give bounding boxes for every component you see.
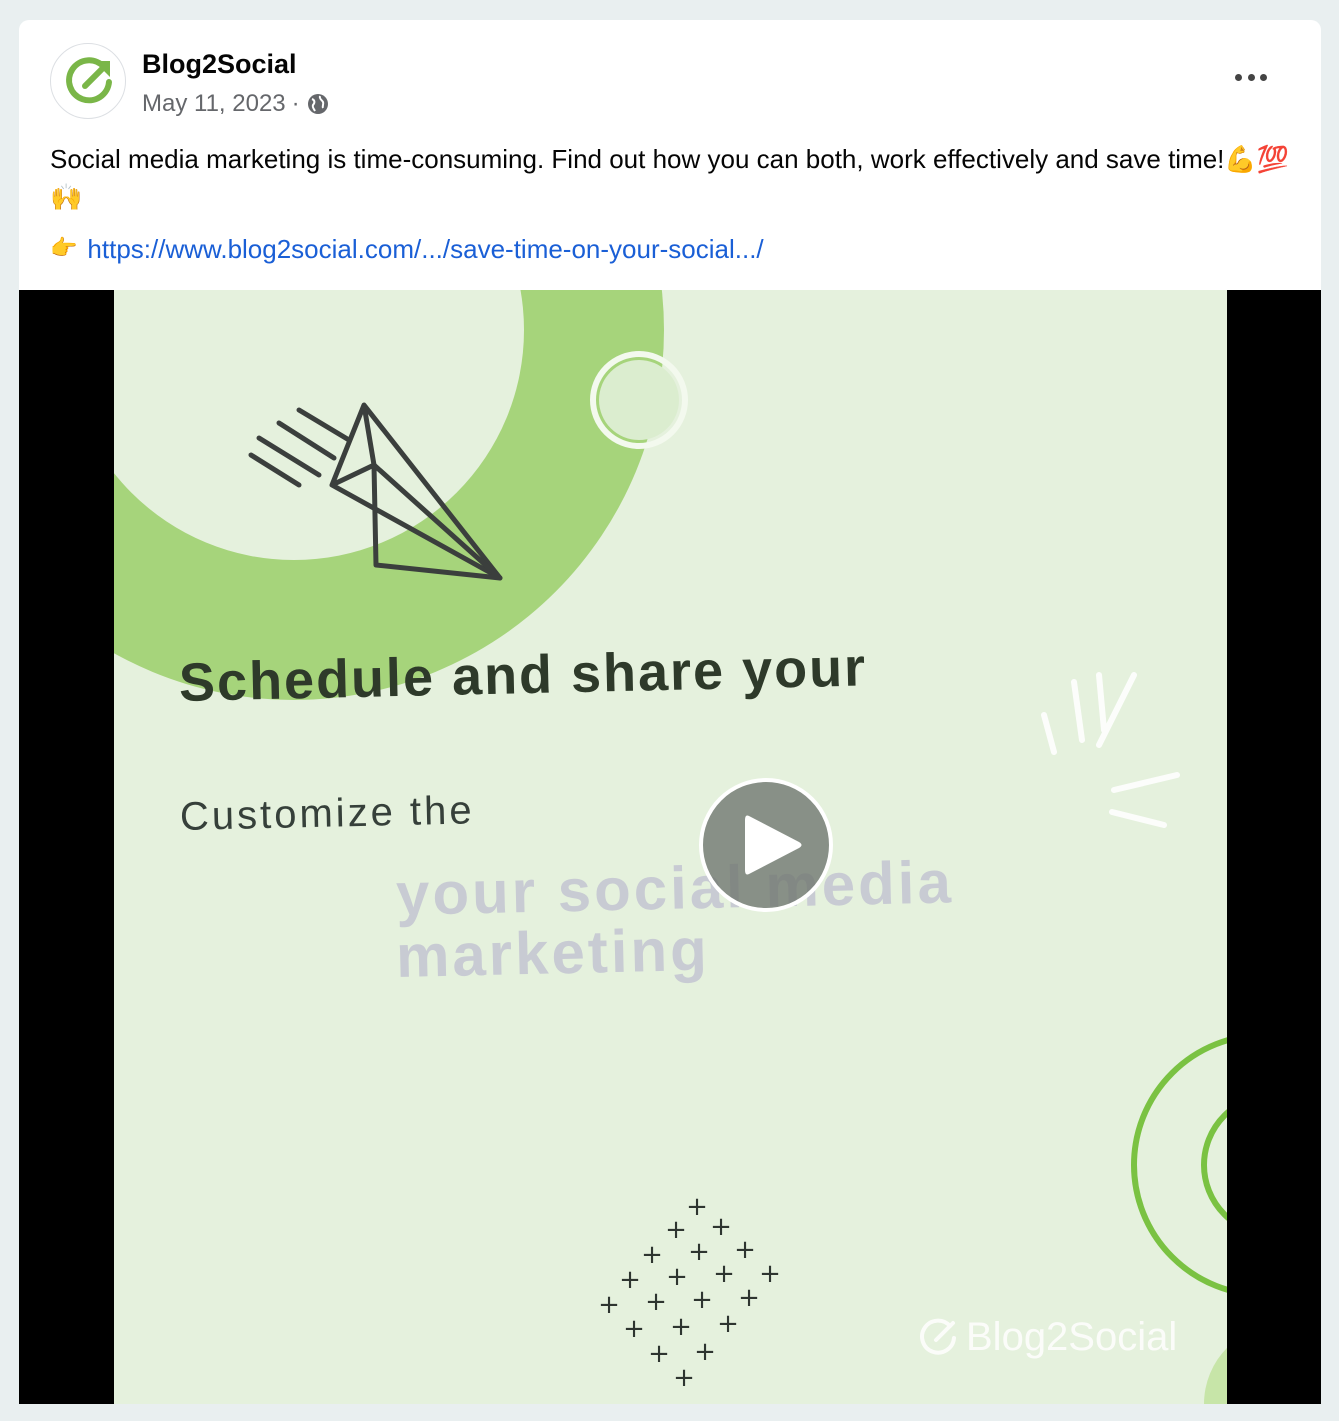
- svg-text:+: +: [691, 1285, 713, 1315]
- svg-text:+: +: [619, 1265, 641, 1295]
- page-name[interactable]: Blog2Social: [142, 49, 297, 80]
- svg-text:+: +: [686, 1192, 708, 1222]
- play-icon: [745, 815, 802, 875]
- blog2social-logo-icon: [66, 57, 112, 104]
- svg-text:+: +: [759, 1259, 781, 1289]
- svg-text:+: +: [645, 1287, 667, 1317]
- svg-text:+: +: [717, 1309, 739, 1339]
- post-link-line: 👉 https://www.blog2social.com/.../save-t…: [50, 230, 764, 268]
- watermark-text: Blog2Social: [966, 1314, 1178, 1359]
- more-options-icon[interactable]: [1228, 62, 1274, 92]
- post-text: Social media marketing is time-consuming…: [50, 144, 1290, 212]
- page-avatar[interactable]: [50, 43, 126, 119]
- svg-text:+: +: [673, 1363, 695, 1393]
- svg-text:+: +: [710, 1212, 732, 1242]
- video-frame: + + + + + + + + + + + + + + + + + + + + Schedule and…: [114, 290, 1227, 1404]
- svg-text:+: +: [666, 1262, 688, 1292]
- video-background-decoration: + + + + + + + + + + + + + + + + + + + +: [114, 290, 1227, 1404]
- svg-text:+: +: [713, 1259, 735, 1289]
- play-button[interactable]: [699, 778, 833, 912]
- svg-text:+: +: [648, 1339, 670, 1369]
- post-date[interactable]: May 11, 2023: [142, 90, 286, 118]
- video-subline: Customize the: [179, 788, 476, 839]
- svg-text:+: +: [641, 1240, 663, 1270]
- svg-text:+: +: [694, 1337, 716, 1367]
- globe-icon: [307, 94, 328, 114]
- svg-text:+: +: [623, 1314, 645, 1344]
- svg-text:+: +: [665, 1215, 687, 1245]
- post-card: Blog2Social May 11, 2023 · Social media …: [19, 20, 1321, 1404]
- video-watermark: Blog2Social: [916, 1314, 1177, 1360]
- video-player[interactable]: + + + + + + + + + + + + + + + + + + + + Schedule and…: [19, 290, 1321, 1404]
- svg-text:+: +: [734, 1235, 756, 1265]
- video-ghost-text-2: marketing: [395, 915, 711, 990]
- post-header: Blog2Social May 11, 2023 ·: [19, 20, 1321, 130]
- post-link[interactable]: https://www.blog2social.com/.../save-tim…: [87, 230, 763, 268]
- meta-separator: ·: [291, 90, 300, 117]
- svg-text:+: +: [738, 1283, 760, 1313]
- svg-text:+: +: [670, 1312, 692, 1342]
- post-meta: May 11, 2023 ·: [142, 90, 330, 118]
- watermark-logo-icon: [920, 1318, 956, 1355]
- svg-text:+: +: [598, 1290, 620, 1320]
- svg-text:+: +: [688, 1237, 710, 1267]
- pointing-hand-icon: 👉: [50, 236, 78, 261]
